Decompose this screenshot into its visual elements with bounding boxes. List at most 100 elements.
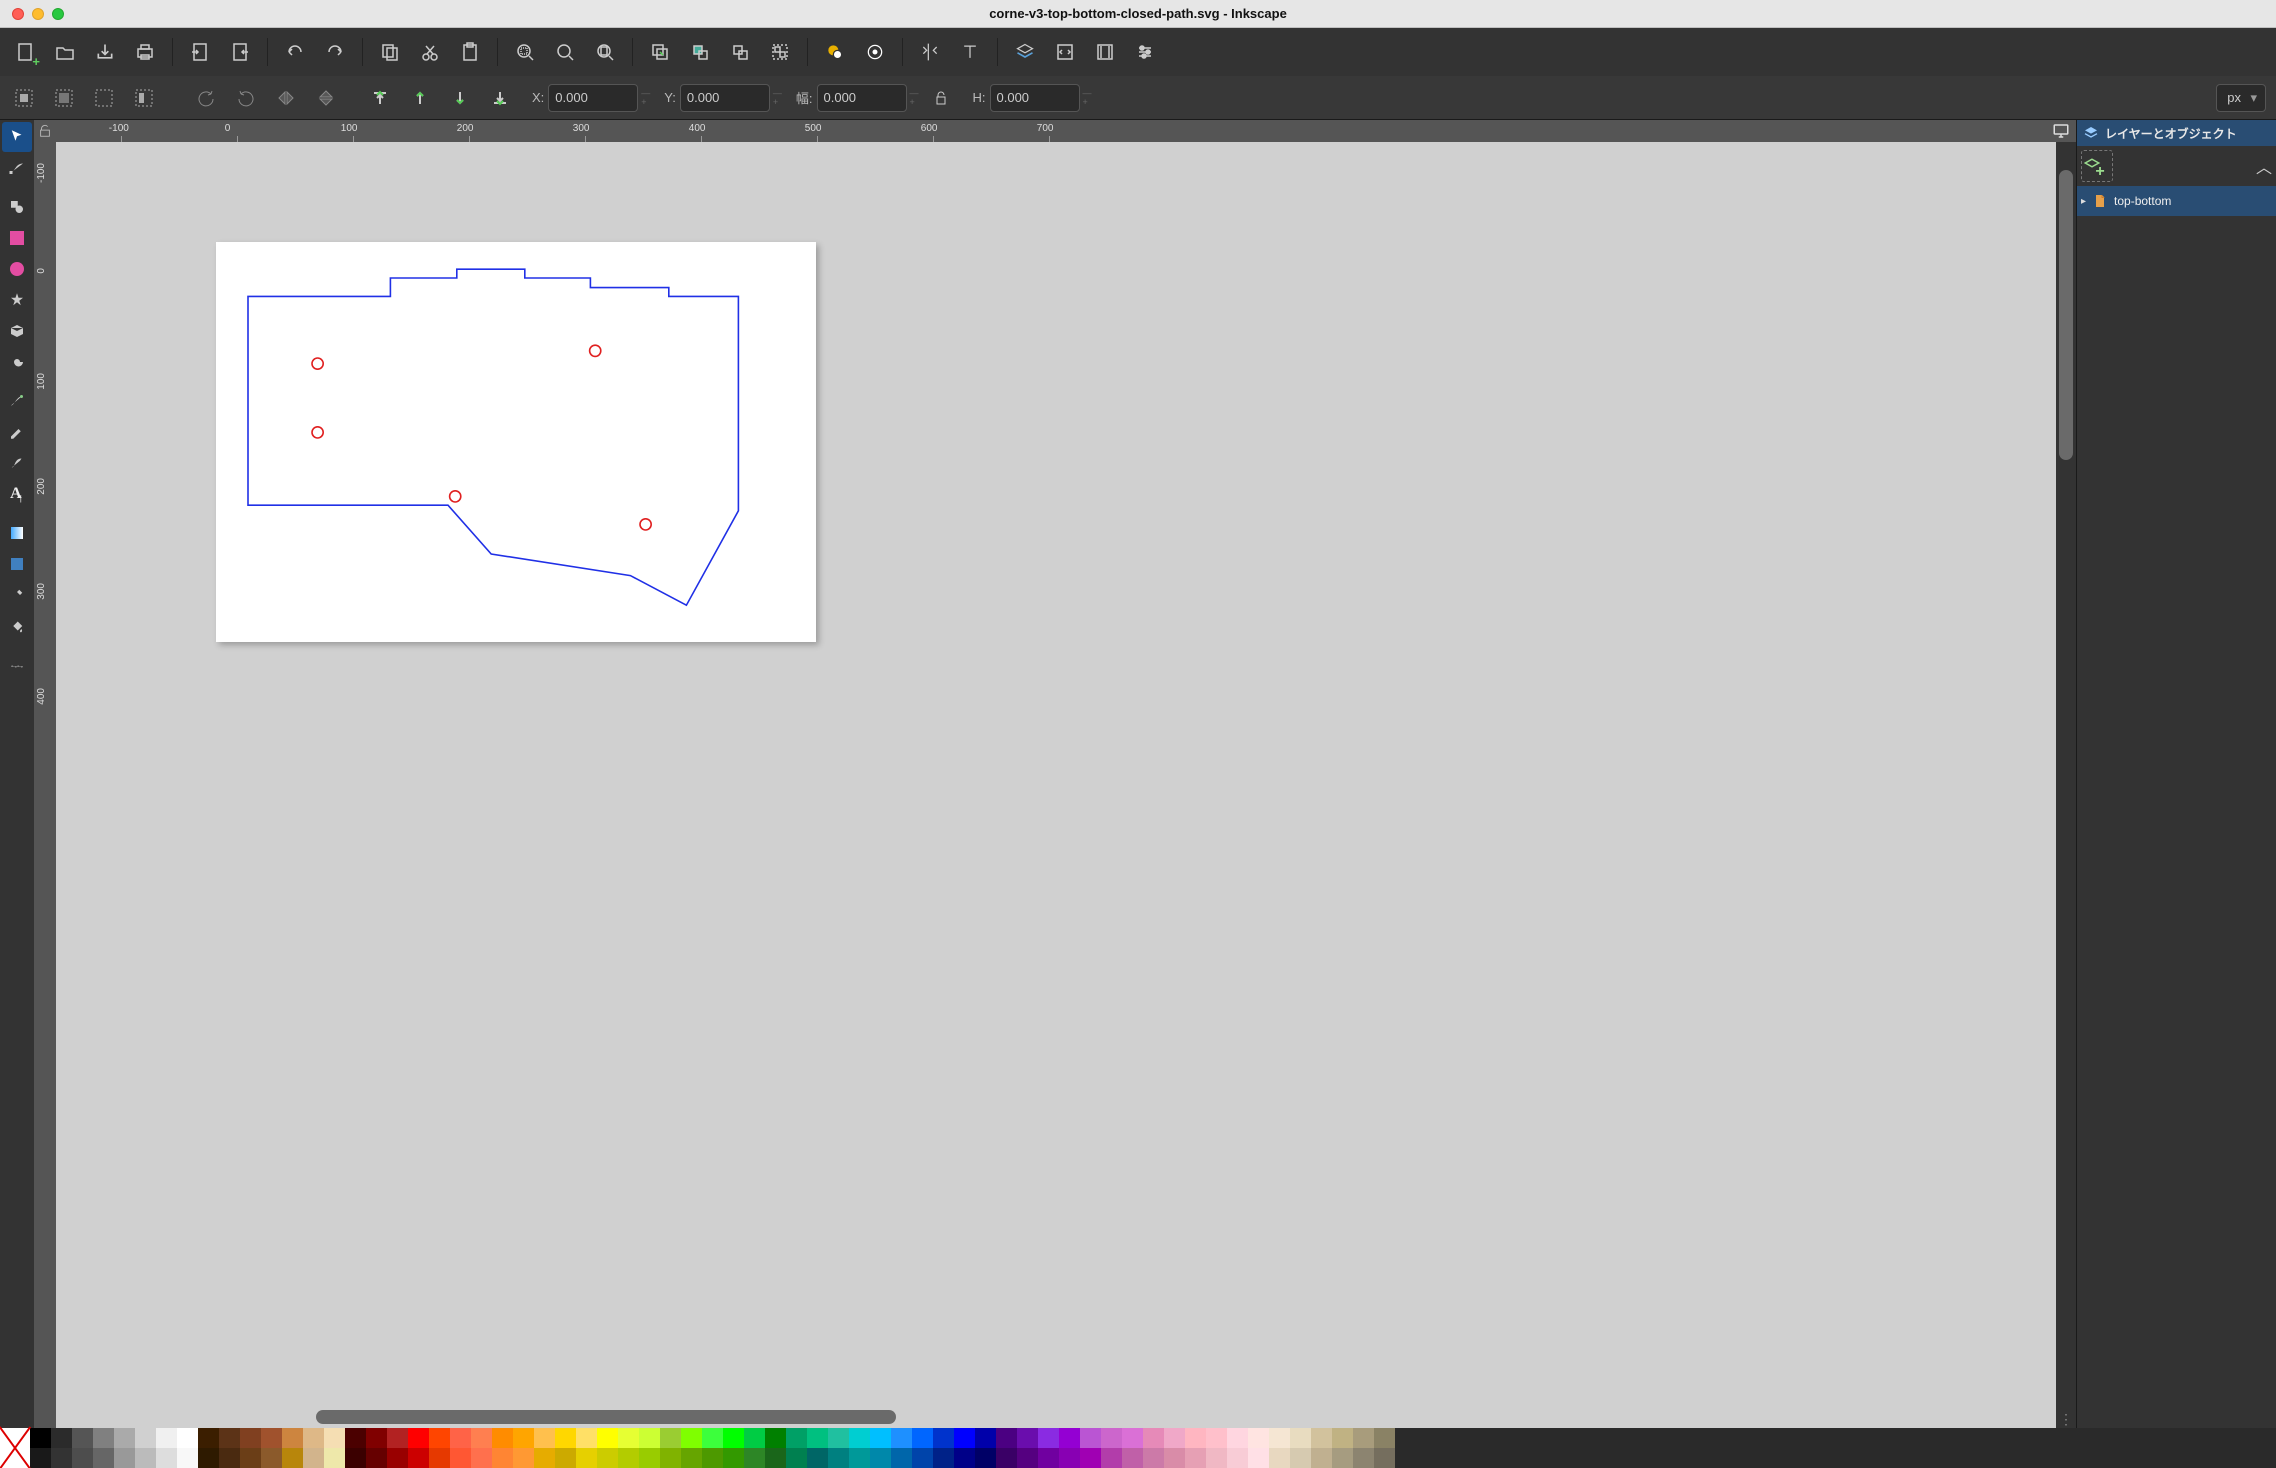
ruler-horizontal[interactable]: -1000100200300400500600700 xyxy=(56,120,2076,142)
color-swatch[interactable] xyxy=(51,1428,72,1448)
color-swatch[interactable] xyxy=(807,1448,828,1468)
flip-vertical-button[interactable] xyxy=(308,81,344,115)
color-swatch[interactable] xyxy=(681,1428,702,1448)
color-swatch[interactable] xyxy=(849,1428,870,1448)
color-swatch[interactable] xyxy=(1080,1428,1101,1448)
color-swatch[interactable] xyxy=(303,1448,324,1468)
color-swatch[interactable] xyxy=(1206,1428,1227,1448)
color-swatch[interactable] xyxy=(1269,1448,1290,1468)
color-swatch[interactable] xyxy=(429,1448,450,1468)
color-swatch[interactable] xyxy=(681,1448,702,1468)
color-swatch[interactable] xyxy=(198,1448,219,1468)
hole-circle[interactable] xyxy=(640,519,651,530)
color-swatch[interactable] xyxy=(975,1428,996,1448)
layers-panel-header[interactable]: レイヤーとオブジェクト xyxy=(2077,120,2276,146)
color-swatch[interactable] xyxy=(1269,1428,1290,1448)
pencil-tool[interactable] xyxy=(2,417,32,447)
dropper-tool[interactable] xyxy=(2,580,32,610)
color-swatch[interactable] xyxy=(1227,1448,1248,1468)
ruler-vertical[interactable]: -1000100200300400 xyxy=(34,142,56,1428)
undo-button[interactable] xyxy=(276,33,314,71)
color-swatch[interactable] xyxy=(177,1428,198,1448)
color-swatch[interactable] xyxy=(996,1428,1017,1448)
rectangle-tool[interactable] xyxy=(2,223,32,253)
coord-h-input[interactable] xyxy=(990,84,1080,112)
color-swatch[interactable] xyxy=(135,1428,156,1448)
hole-circle[interactable] xyxy=(312,427,323,438)
copy-button[interactable] xyxy=(371,33,409,71)
add-layer-button[interactable]: + xyxy=(2081,150,2113,182)
color-swatch[interactable] xyxy=(912,1448,933,1468)
color-swatch[interactable] xyxy=(1164,1448,1185,1468)
color-swatch[interactable] xyxy=(513,1428,534,1448)
color-swatch[interactable] xyxy=(660,1448,681,1468)
color-swatch[interactable] xyxy=(1122,1448,1143,1468)
color-swatch[interactable] xyxy=(1374,1428,1395,1448)
color-swatch[interactable] xyxy=(723,1428,744,1448)
coord-h-spinner[interactable]: —+ xyxy=(1083,89,1092,107)
cut-button[interactable] xyxy=(411,33,449,71)
duplicate-button[interactable] xyxy=(641,33,679,71)
color-swatch[interactable] xyxy=(954,1448,975,1468)
print-button[interactable] xyxy=(126,33,164,71)
color-swatch[interactable] xyxy=(345,1448,366,1468)
color-swatch[interactable] xyxy=(282,1428,303,1448)
color-swatch[interactable] xyxy=(1143,1428,1164,1448)
zoom-page-button[interactable] xyxy=(586,33,624,71)
color-swatch[interactable] xyxy=(324,1428,345,1448)
color-swatch[interactable] xyxy=(1059,1428,1080,1448)
color-swatch[interactable] xyxy=(555,1448,576,1468)
selector-tool[interactable] xyxy=(2,122,32,152)
select-all-layers-button[interactable] xyxy=(46,81,82,115)
color-swatch[interactable] xyxy=(660,1428,681,1448)
coord-w-spinner[interactable]: —+ xyxy=(910,89,919,107)
color-swatch[interactable] xyxy=(450,1428,471,1448)
color-swatch[interactable] xyxy=(954,1428,975,1448)
color-swatch[interactable] xyxy=(555,1428,576,1448)
color-swatch[interactable] xyxy=(1248,1448,1269,1468)
3dbox-tool[interactable] xyxy=(2,316,32,346)
color-swatch[interactable] xyxy=(723,1448,744,1468)
color-swatch[interactable] xyxy=(702,1428,723,1448)
star-tool[interactable] xyxy=(2,285,32,315)
color-swatch[interactable] xyxy=(408,1448,429,1468)
color-swatch[interactable] xyxy=(93,1448,114,1468)
horizontal-scrollbar[interactable] xyxy=(316,1410,896,1424)
color-swatch[interactable] xyxy=(72,1448,93,1468)
node-tool[interactable] xyxy=(2,153,32,183)
color-swatch[interactable] xyxy=(933,1428,954,1448)
color-swatch[interactable] xyxy=(765,1428,786,1448)
hole-circle[interactable] xyxy=(590,345,601,356)
minimize-window-button[interactable] xyxy=(32,8,44,20)
color-swatch[interactable] xyxy=(51,1448,72,1468)
color-swatch[interactable] xyxy=(345,1428,366,1448)
mesh-tool[interactable] xyxy=(2,549,32,579)
unlink-clone-button[interactable] xyxy=(721,33,759,71)
open-file-button[interactable] xyxy=(46,33,84,71)
raise-top-button[interactable] xyxy=(362,81,398,115)
color-swatch[interactable] xyxy=(156,1428,177,1448)
color-swatch[interactable] xyxy=(597,1428,618,1448)
unit-dropdown[interactable]: px xyxy=(2216,84,2266,112)
coord-x-spinner[interactable]: —+ xyxy=(641,89,650,107)
text-tool-button[interactable] xyxy=(951,33,989,71)
pen-tool[interactable] xyxy=(2,386,32,416)
color-swatch[interactable] xyxy=(1248,1428,1269,1448)
calligraphy-tool[interactable] xyxy=(2,448,32,478)
color-swatch[interactable] xyxy=(366,1428,387,1448)
color-swatch[interactable] xyxy=(240,1428,261,1448)
xml-editor-button[interactable] xyxy=(1046,33,1084,71)
new-file-button[interactable]: + xyxy=(6,33,44,71)
color-swatch[interactable] xyxy=(261,1428,282,1448)
color-swatch[interactable] xyxy=(261,1448,282,1468)
color-swatch[interactable] xyxy=(450,1448,471,1468)
color-swatch[interactable] xyxy=(765,1448,786,1468)
color-swatch[interactable] xyxy=(912,1428,933,1448)
color-swatch[interactable] xyxy=(576,1448,597,1468)
deselect-button[interactable] xyxy=(86,81,122,115)
color-swatch[interactable] xyxy=(1017,1448,1038,1468)
color-swatch[interactable] xyxy=(1101,1448,1122,1468)
shape-builder-tool[interactable] xyxy=(2,192,32,222)
color-swatch[interactable] xyxy=(408,1428,429,1448)
color-swatch[interactable] xyxy=(492,1428,513,1448)
